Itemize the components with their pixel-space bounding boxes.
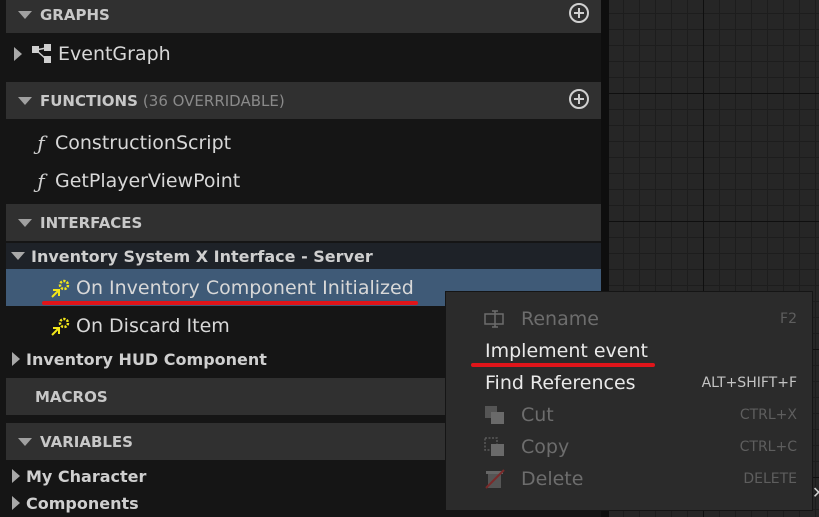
section-title: GRAPHS <box>40 5 110 24</box>
shortcut: CTRL+X <box>739 407 797 423</box>
annotation-underline <box>471 363 655 367</box>
tree-item-constructionscript[interactable]: ƒ ConstructionScript <box>6 128 601 158</box>
menu-item-label: Copy <box>521 436 570 458</box>
cut-icon <box>485 406 504 424</box>
close-icon[interactable]: ✕ <box>812 483 819 502</box>
group-label: Inventory HUD Component <box>26 349 267 369</box>
menu-item-rename[interactable]: Rename F2 <box>446 303 812 335</box>
section-title: FUNCTIONS <box>40 91 138 110</box>
expand-arrow-icon[interactable] <box>14 47 22 61</box>
add-graph-button[interactable] <box>569 3 589 23</box>
construction-function-icon: ƒ <box>37 131 45 155</box>
tree-item-label: ConstructionScript <box>55 132 232 154</box>
tree-item-label: GetPlayerViewPoint <box>55 170 241 192</box>
menu-item-delete[interactable]: Delete DELETE <box>446 463 812 495</box>
section-header-graphs[interactable]: GRAPHS <box>6 0 601 33</box>
menu-item-label: Cut <box>521 404 554 426</box>
function-icon: ƒ <box>37 169 45 193</box>
annotation-underline <box>42 301 418 305</box>
section-header-functions[interactable]: FUNCTIONS (36 OVERRIDABLE) <box>6 82 601 119</box>
shortcut: CTRL+C <box>739 439 797 455</box>
interface-event-icon <box>51 317 70 336</box>
expand-arrow-icon[interactable] <box>12 469 20 483</box>
collapse-arrow-icon[interactable] <box>11 252 25 260</box>
group-label: Components <box>26 493 139 513</box>
tree-item-getplayerviewpoint[interactable]: ƒ GetPlayerViewPoint <box>6 166 601 196</box>
collapse-arrow-icon[interactable] <box>18 437 32 446</box>
overridable-count: (36 OVERRIDABLE) <box>142 91 285 110</box>
section-title: MACROS <box>35 387 108 406</box>
tree-item-label: On Discard Item <box>76 315 230 337</box>
rename-icon <box>484 310 504 328</box>
collapse-arrow-icon[interactable] <box>18 10 32 19</box>
add-function-button[interactable] <box>569 89 589 109</box>
menu-item-label: Implement event <box>485 340 648 362</box>
copy-icon <box>484 437 504 456</box>
expand-arrow-icon[interactable] <box>12 496 20 510</box>
shortcut: ALT+SHIFT+F <box>701 375 797 391</box>
tree-group-inventory-system-x-interface[interactable]: Inventory System X Interface - Server <box>6 243 601 269</box>
context-menu: Rename F2 Implement event Find Reference… <box>446 292 812 510</box>
shortcut: DELETE <box>743 471 797 487</box>
menu-item-cut[interactable]: Cut CTRL+X <box>446 399 812 431</box>
menu-item-label: Find References <box>485 372 636 394</box>
event-graph-icon <box>30 44 54 64</box>
interface-event-icon <box>51 279 70 298</box>
shortcut: F2 <box>780 311 797 327</box>
collapse-arrow-icon[interactable] <box>18 96 32 105</box>
section-title: INTERFACES <box>40 213 143 232</box>
delete-icon <box>485 469 505 489</box>
menu-item-label: Rename <box>521 308 599 330</box>
expand-arrow-icon[interactable] <box>12 352 20 366</box>
tree-item-label: On Inventory Component Initialized <box>76 276 414 299</box>
section-header-interfaces[interactable]: INTERFACES <box>6 204 601 241</box>
tree-item-label: EventGraph <box>58 43 171 65</box>
section-title: VARIABLES <box>40 432 133 451</box>
menu-item-label: Delete <box>521 468 584 490</box>
tree-item-eventgraph[interactable]: EventGraph <box>6 39 601 69</box>
group-label: My Character <box>26 466 147 486</box>
collapse-arrow-icon[interactable] <box>18 218 32 227</box>
group-label: Inventory System X Interface - Server <box>31 246 373 266</box>
menu-item-copy[interactable]: Copy CTRL+C <box>446 431 812 463</box>
menu-item-find-references[interactable]: Find References ALT+SHIFT+F <box>446 367 812 399</box>
